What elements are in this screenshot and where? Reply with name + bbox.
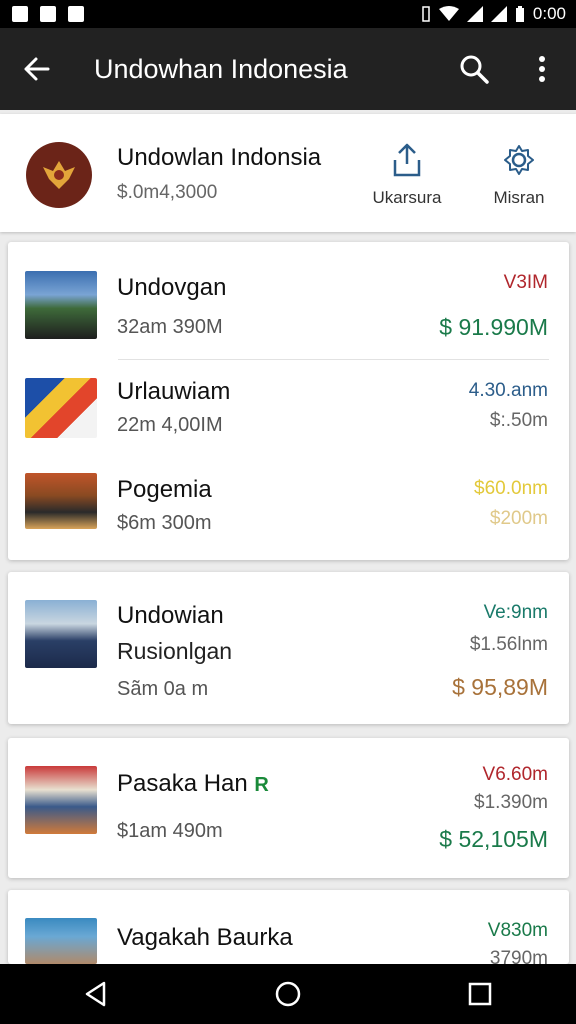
listing-price: $1.390m [474, 792, 548, 813]
listing-value: $:.50m [489, 410, 548, 431]
listing-name: Pogemia [117, 476, 212, 503]
garuda-logo [26, 142, 92, 208]
more-vert-icon [539, 56, 545, 82]
listing-card: Undovgan 32am 390M V3IM $ 91.990M Urlauw… [8, 242, 569, 560]
listing-name: Urlauwiam [117, 378, 231, 405]
listing-name: Vagakah Baurka [117, 924, 293, 951]
list-item[interactable]: Vagakah Baurka V830m 3790m [8, 890, 569, 964]
battery-icon [515, 6, 524, 22]
notification-icon [68, 6, 84, 22]
overflow-menu-button[interactable] [508, 28, 576, 110]
listing-price: $1.56lnm [469, 634, 548, 655]
back-button[interactable] [0, 28, 72, 110]
vibrate-icon [422, 6, 430, 22]
verified-icon: R [254, 774, 269, 796]
listing-subtitle: 22m 4,00IM [117, 414, 223, 436]
wifi-icon [438, 6, 459, 21]
app-bar: Undowhan Indonesia [0, 28, 576, 110]
listing-value: $ 91.990M [439, 314, 548, 340]
status-bar: 0:00 [0, 0, 576, 28]
profile-header: Undowlan Indonsia $.0m4,3000 Ukarsura Mi… [0, 114, 576, 232]
listing-name: Undovgan [117, 274, 227, 301]
listing-card: Pasaka Han R $1am 490m V6.60m $1.390m $ … [8, 738, 569, 878]
share-button[interactable]: Ukarsura [359, 142, 455, 212]
listing-name: Pasaka Han R [117, 770, 269, 797]
settings-icon [504, 145, 534, 175]
list-item[interactable]: Urlauwiam 22m 4,00IM 4.30.anm $:.50m [8, 360, 569, 460]
signal-icon [466, 6, 483, 22]
home-nav-icon[interactable] [274, 980, 302, 1008]
listing-subtitle: Sãm 0a m [117, 678, 209, 700]
settings-button[interactable]: Misran [471, 142, 567, 212]
listing-code: 4.30.anm [468, 380, 548, 401]
listing-thumbnail [25, 473, 97, 529]
back-nav-icon[interactable] [82, 980, 110, 1008]
list-item[interactable]: Pogemia $6m 300m $60.0nm $200m [8, 460, 569, 560]
listing-subtitle: $6m 300m [117, 512, 212, 534]
list-item[interactable]: Undowian Rusionlgan Sãm 0a m Ve:9nm $1.5… [8, 572, 569, 724]
listing-price: 3790m [489, 948, 548, 964]
app-title: Undowhan Indonesia [94, 53, 348, 84]
listing-code: $60.0nm [474, 478, 548, 499]
profile-name: Undowlan Indonsia [117, 144, 322, 171]
listing-code: V3IM [503, 272, 548, 293]
listing-card: Undowian Rusionlgan Sãm 0a m Ve:9nm $1.5… [8, 572, 569, 724]
listing-subtitle: 32am 390M [117, 316, 223, 338]
settings-label: Misran [493, 188, 545, 207]
recents-nav-icon[interactable] [466, 980, 494, 1008]
listing-thumbnail [25, 766, 97, 834]
system-nav-bar [0, 964, 576, 1024]
share-label: Ukarsura [372, 188, 442, 207]
listing-card: Vagakah Baurka V830m 3790m [8, 890, 569, 964]
listing-code: V830m [487, 920, 548, 941]
listing-thumbnail [25, 600, 97, 668]
listing-thumbnail [25, 378, 97, 438]
listing-value: $200m [489, 508, 548, 529]
list-item[interactable]: Undovgan 32am 390M V3IM $ 91.990M [8, 242, 569, 360]
listing-name: Undowian [117, 602, 224, 629]
listing-name-secondary: Rusionlgan [117, 638, 233, 664]
list-item[interactable]: Pasaka Han R $1am 490m V6.60m $1.390m $ … [8, 738, 569, 878]
listing-code: Ve:9nm [483, 602, 548, 623]
search-icon [460, 55, 489, 84]
signal-icon [490, 6, 507, 22]
listing-code: V6.60m [482, 764, 548, 785]
listing-thumbnail [25, 271, 97, 339]
listing-value: $ 52,105M [439, 826, 548, 852]
search-button[interactable] [440, 28, 508, 110]
notification-icon [40, 6, 56, 22]
status-time: 0:00 [532, 4, 566, 23]
listing-subtitle: $1am 490m [117, 820, 223, 842]
listing-thumbnail [25, 918, 97, 964]
listing-value: $ 95,89M [452, 674, 548, 700]
back-arrow-icon [24, 57, 50, 81]
share-icon [393, 143, 421, 177]
notification-icon [12, 6, 28, 22]
profile-subtitle: $.0m4,3000 [117, 182, 218, 203]
